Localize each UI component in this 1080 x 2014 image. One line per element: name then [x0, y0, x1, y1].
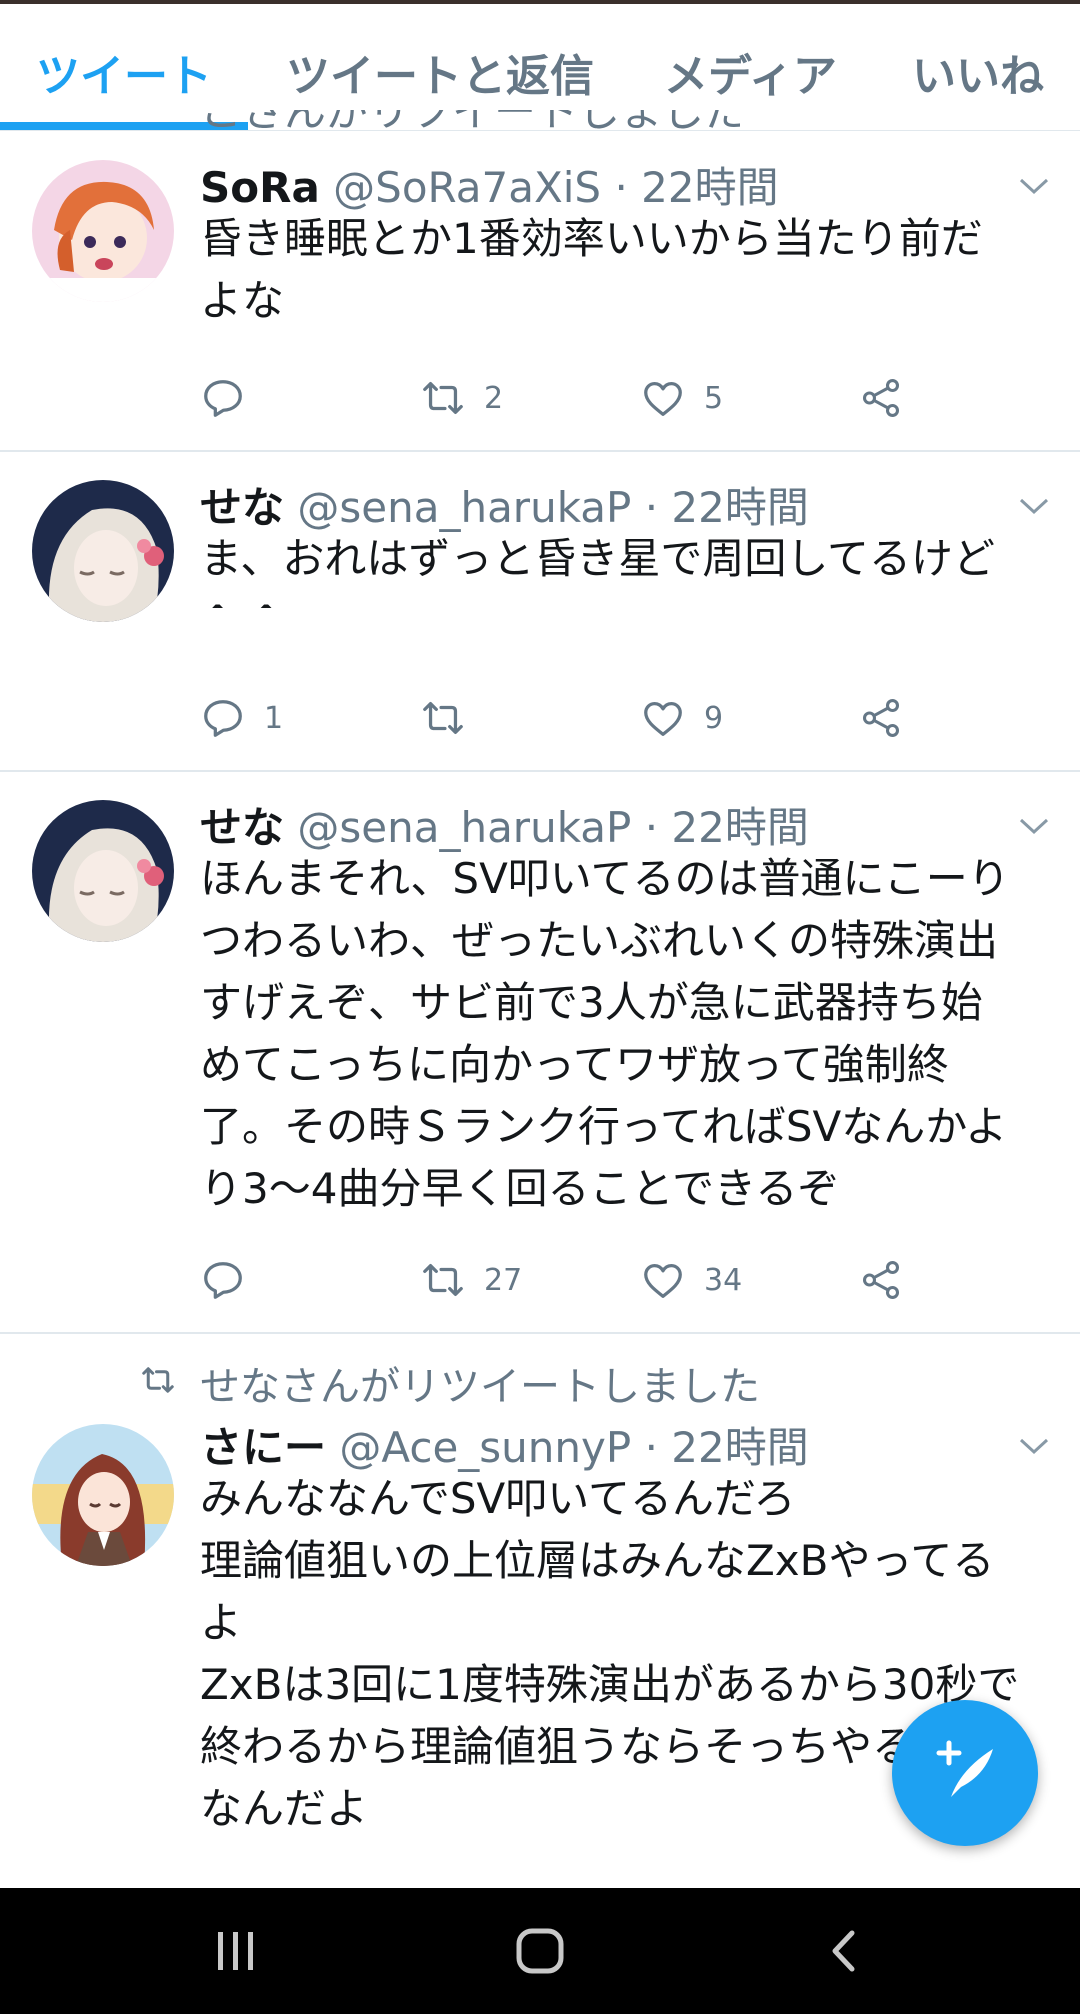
user-handle[interactable]: @SoRa7aXiS — [333, 163, 601, 212]
tweet-header: せな @sena_harukaP · 22時間 — [200, 794, 809, 855]
chevron-down-icon[interactable] — [1018, 176, 1050, 196]
user-handle[interactable]: @sena_harukaP — [297, 803, 631, 852]
retweeted-by-label[interactable]: せなさんがリツイートしました — [200, 1354, 760, 1412]
tab-likes[interactable]: いいね — [912, 40, 1044, 104]
tab-tweets-and-replies[interactable]: ツイートと返信 — [286, 40, 594, 104]
retweet-icon — [142, 1367, 174, 1393]
reply-icon — [204, 380, 242, 417]
retweet-icon — [423, 701, 463, 735]
tweet-text: ほんまそれ、SV叩いてるのは普通にこーり つわるいわ、ぜったいぶれいくの特殊演出… — [200, 854, 1010, 1213]
chevron-down-icon[interactable] — [1018, 816, 1050, 836]
back-icon[interactable] — [826, 1928, 862, 1974]
tweet-header: さにー @Ace_sunnyP · 22時間 — [200, 1414, 809, 1475]
avatar[interactable] — [32, 1424, 174, 1566]
tweet[interactable]: せな @sena_harukaP · 22時間 ほんまそれ、SV叩いてるのは普通… — [0, 772, 1080, 1334]
share-icon — [862, 379, 900, 417]
tab-tweets[interactable]: ツイート — [36, 40, 212, 104]
avatar[interactable] — [32, 480, 174, 622]
heart-icon — [644, 1263, 682, 1298]
retweet-icon — [423, 1263, 463, 1297]
share-icon — [862, 699, 900, 737]
share-icon — [862, 1261, 900, 1299]
like-button[interactable]: 34 — [640, 1250, 742, 1310]
like-button[interactable]: 5 — [640, 368, 723, 428]
display-name[interactable]: SoRa — [200, 163, 320, 212]
tab-media[interactable]: メディア — [664, 40, 837, 104]
home-icon[interactable] — [514, 1926, 566, 1976]
share-button[interactable] — [858, 688, 904, 748]
like-button[interactable]: 9 — [640, 688, 723, 748]
tweet-header: せな @sena_harukaP · 22時間 — [200, 474, 809, 535]
reply-icon — [204, 700, 242, 737]
retweet-button[interactable]: 27 — [420, 1250, 522, 1310]
retweet-icon — [423, 381, 463, 415]
reply-icon — [204, 1262, 242, 1299]
tweet[interactable]: せな @sena_harukaP · 22時間 ま、おれはずっと昏き星で周回して… — [0, 452, 1080, 772]
tweet-time: · 22時間 — [614, 163, 779, 212]
reply-button[interactable]: 1 — [200, 688, 283, 748]
tweet-actions: 2 5 — [200, 368, 960, 428]
reply-button[interactable] — [200, 368, 264, 428]
retweet-button[interactable] — [420, 688, 484, 748]
display-name[interactable]: せな — [200, 803, 284, 852]
tweet-text: ま、おれはずっと昏き星で周回してるけど ^ ^ — [200, 534, 996, 608]
user-handle[interactable]: @Ace_sunnyP — [339, 1423, 631, 1472]
heart-icon — [644, 701, 682, 736]
share-button[interactable] — [858, 368, 904, 428]
display-name[interactable]: せな — [200, 483, 284, 532]
android-navigation-bar — [0, 1888, 1080, 2014]
retweet-button[interactable]: 2 — [420, 368, 503, 428]
compose-tweet-button[interactable] — [892, 1700, 1038, 1846]
heart-icon — [644, 381, 682, 416]
tweet-actions: 1 9 — [200, 688, 960, 748]
compose-tweet-icon — [936, 1740, 993, 1797]
partial-retweet-label: こさんがリツイートしました — [200, 110, 740, 132]
chevron-down-icon[interactable] — [1018, 1436, 1050, 1456]
display-name[interactable]: さにー — [200, 1423, 326, 1472]
chevron-down-icon[interactable] — [1018, 496, 1050, 516]
tweet-time: · 22時間 — [644, 1423, 809, 1472]
reply-button[interactable] — [200, 1250, 264, 1310]
tweet-header: SoRa @SoRa7aXiS · 22時間 — [200, 154, 779, 215]
tweet-time: · 22時間 — [644, 803, 809, 852]
tweet-time: · 22時間 — [644, 483, 809, 532]
tweet[interactable]: SoRa @SoRa7aXiS · 22時間 昏き睡眠とか1番効率いいから当たり… — [0, 132, 1080, 452]
tweet-text: 昏き睡眠とか1番効率いいから当たり前だ よな — [200, 214, 983, 325]
recent-apps-icon[interactable] — [214, 1928, 258, 1974]
user-handle[interactable]: @sena_harukaP — [297, 483, 631, 532]
avatar[interactable] — [32, 160, 174, 302]
share-button[interactable] — [858, 1250, 904, 1310]
tweet-actions: 27 34 — [200, 1250, 960, 1310]
avatar[interactable] — [32, 800, 174, 942]
